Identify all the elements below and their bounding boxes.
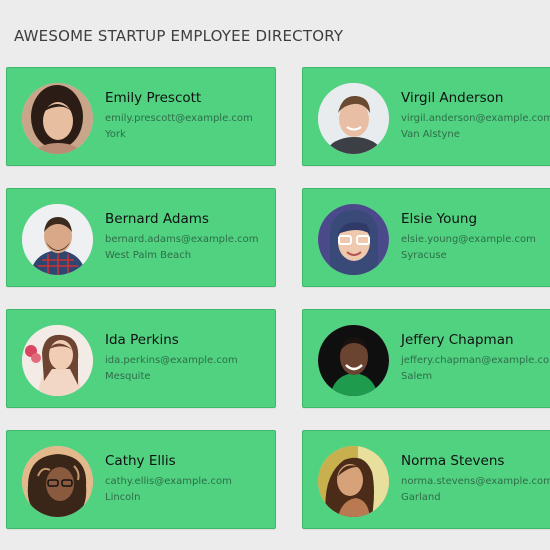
page-title: AWESOME STARTUP EMPLOYEE DIRECTORY <box>14 27 344 45</box>
employee-city: Van Alstyne <box>401 129 460 140</box>
avatar <box>318 83 389 154</box>
employee-name: Virgil Anderson <box>401 90 504 106</box>
directory-page: AWESOME STARTUP EMPLOYEE DIRECTORY Emily… <box>0 0 550 550</box>
avatar <box>318 325 389 396</box>
employee-city: Lincoln <box>105 492 141 503</box>
employee-city: West Palm Beach <box>105 250 192 261</box>
avatar <box>318 204 389 275</box>
employee-city: Salem <box>401 371 433 382</box>
employee-card[interactable]: Norma Stevens norma.stevens@example.com … <box>302 430 550 529</box>
employee-email: cathy.ellis@example.com <box>105 476 232 487</box>
employee-email: elsie.young@example.com <box>401 234 536 245</box>
avatar <box>22 204 93 275</box>
avatar <box>22 83 93 154</box>
avatar <box>22 325 93 396</box>
employee-name: Bernard Adams <box>105 211 209 227</box>
avatar <box>318 446 389 517</box>
employee-name: Norma Stevens <box>401 453 505 469</box>
employee-card[interactable]: Bernard Adams bernard.adams@example.com … <box>6 188 276 287</box>
employee-email: ida.perkins@example.com <box>105 355 238 366</box>
employee-email: jeffery.chapman@example.com <box>401 355 550 366</box>
employee-name: Elsie Young <box>401 211 478 227</box>
avatar <box>22 446 93 517</box>
employee-card[interactable]: Elsie Young elsie.young@example.com Syra… <box>302 188 550 287</box>
employee-city: Syracuse <box>401 250 447 261</box>
employee-name: Emily Prescott <box>105 90 202 106</box>
employee-grid: Emily Prescott emily.prescott@example.co… <box>6 67 550 529</box>
employee-email: emily.prescott@example.com <box>105 113 253 124</box>
employee-email: norma.stevens@example.com <box>401 476 550 487</box>
employee-card[interactable]: Virgil Anderson virgil.anderson@example.… <box>302 67 550 166</box>
employee-card[interactable]: Ida Perkins ida.perkins@example.com Mesq… <box>6 309 276 408</box>
employee-email: virgil.anderson@example.com <box>401 113 550 124</box>
employee-city: Garland <box>401 492 441 503</box>
employee-name: Jeffery Chapman <box>401 332 514 348</box>
employee-city: York <box>105 129 126 140</box>
employee-name: Ida Perkins <box>105 332 179 348</box>
employee-card[interactable]: Emily Prescott emily.prescott@example.co… <box>6 67 276 166</box>
employee-name: Cathy Ellis <box>105 453 176 469</box>
employee-card[interactable]: Jeffery Chapman jeffery.chapman@example.… <box>302 309 550 408</box>
employee-card[interactable]: Cathy Ellis cathy.ellis@example.com Linc… <box>6 430 276 529</box>
employee-city: Mesquite <box>105 371 151 382</box>
employee-email: bernard.adams@example.com <box>105 234 259 245</box>
